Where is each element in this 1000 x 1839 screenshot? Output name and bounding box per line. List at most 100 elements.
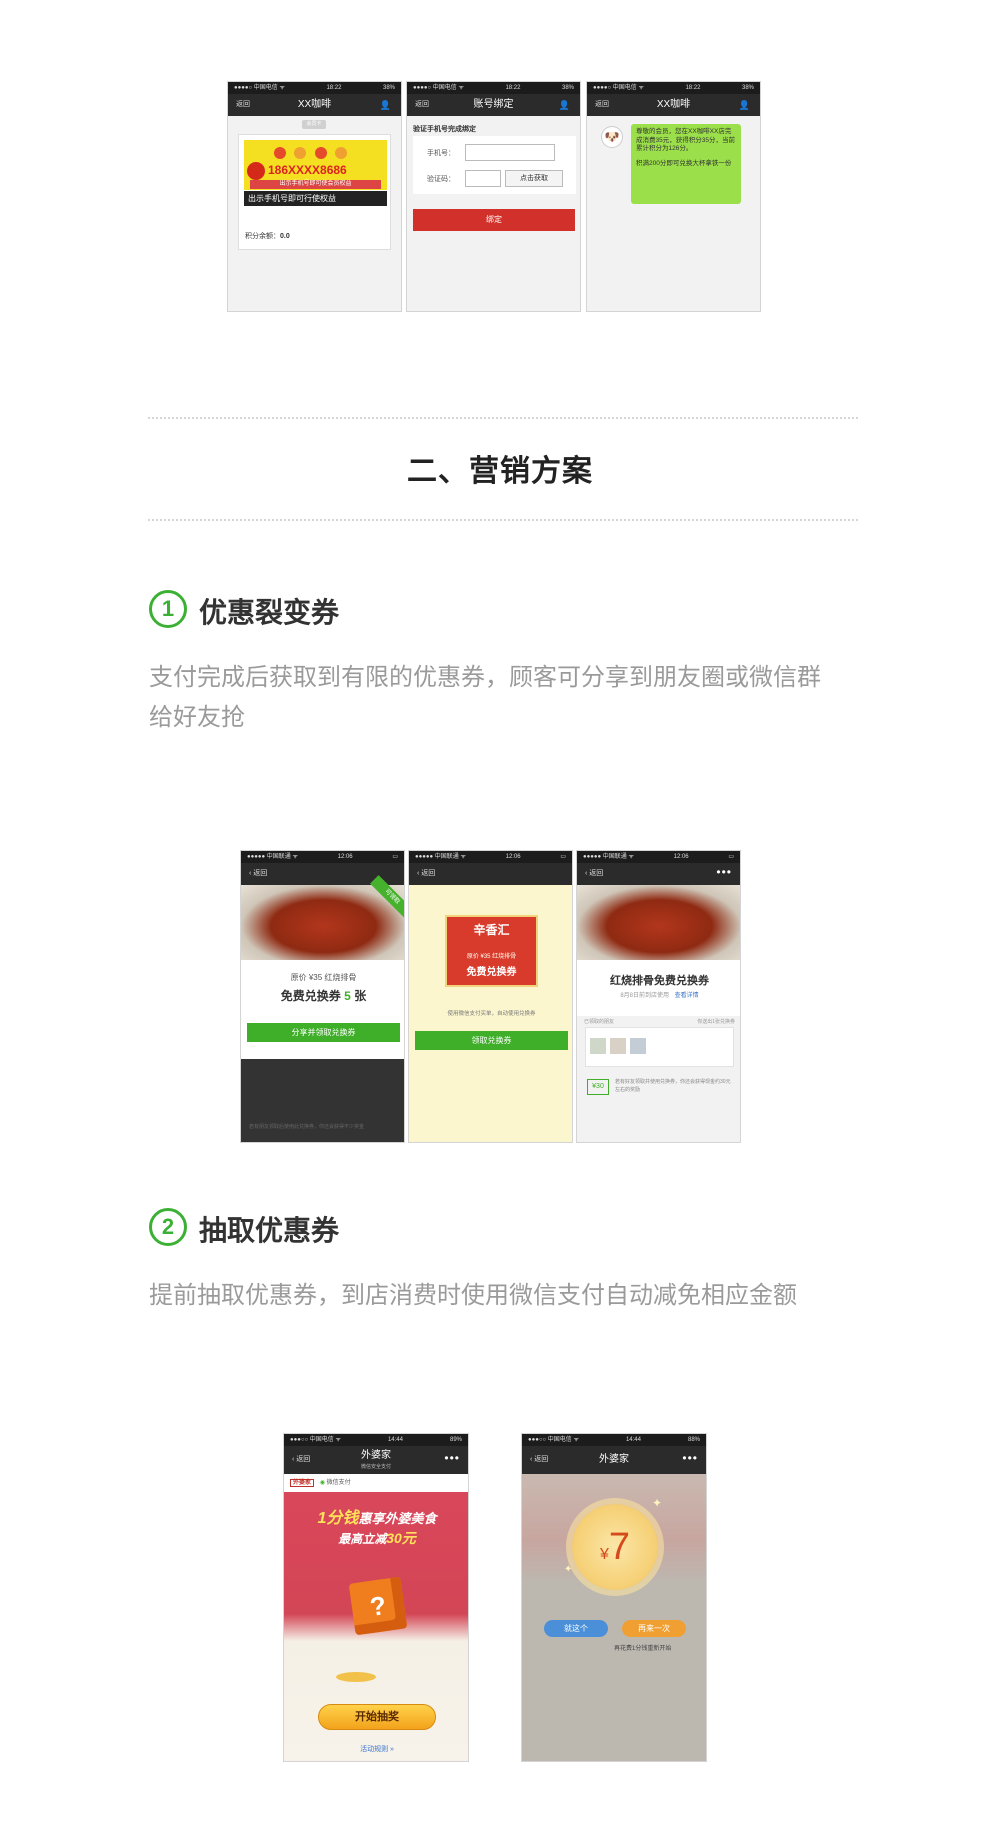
nav-bar: ‹ 返回 [409, 863, 572, 885]
fission-coupon-share-phone: ●●●●● 中国联通 ᯤ 12:06 ▭ ‹ 返回 可领取 原价 ¥35 红烧排… [240, 850, 405, 1143]
carrier-label: ●●●●● 中国联通 ᯤ [247, 854, 298, 860]
code-input[interactable] [465, 170, 501, 187]
nav-subtitle: 微信安全支付 [360, 1464, 391, 1470]
food-photo [577, 885, 740, 960]
item1-number-badge: 1 [149, 590, 187, 628]
chevron-left-icon: ‹ [530, 1456, 533, 1463]
nav-title: XX咖啡 [656, 99, 691, 110]
battery-label: 38% [382, 85, 395, 91]
carrier-label: ●●●●● 中国联通 ᯤ [415, 854, 466, 860]
brand-logo: 辛香汇 [473, 923, 510, 937]
get-code-button[interactable]: 点击获取 [505, 170, 563, 187]
back-button[interactable]: ‹ 返回 [417, 863, 435, 885]
footer-note: 若有朋友领取后使用此兑换券，你还会获得不少奖金 [249, 1124, 365, 1130]
subline: 最高立减30元 [284, 1528, 468, 1548]
chevron-left-icon: ‹ [249, 870, 252, 877]
message-text-1: 尊敬的会员，您在XX咖啡XX店完成消费35元，获得积分35分，当前累计积分为12… [636, 128, 735, 152]
person-icon[interactable]: 👤 [380, 94, 391, 116]
rules-label: 活动规则 [360, 1746, 389, 1753]
back-button[interactable]: ‹ 返回 [530, 1446, 548, 1474]
coupon-date: 8月8日前到店使用 [620, 993, 669, 999]
accept-prize-button[interactable]: 就这个 [544, 1620, 608, 1637]
coupon-unit: 张 [354, 989, 367, 1003]
brand-bar: 外婆家 ◉ 微信支付 [284, 1474, 468, 1492]
headline-big: 1分钱 [317, 1510, 359, 1527]
friend-avatar [590, 1038, 606, 1054]
nav-title: 账号绑定 [473, 99, 514, 110]
nav-title: 外婆家 [361, 1450, 391, 1461]
phone-input[interactable] [465, 144, 555, 161]
subline-amount: 30元 [386, 1530, 416, 1546]
time-label: 14:44 [625, 1437, 641, 1443]
rules-link[interactable]: 活动规则 » [284, 1744, 468, 1754]
points-label: 积分余额： [245, 233, 280, 240]
chevron-left-icon: ‹ [292, 1456, 295, 1463]
back-button[interactable]: 返回 [236, 94, 250, 116]
back-button[interactable]: 返回 [595, 94, 609, 116]
friends-panel: 已领取的朋友 你送出1张兑换券 [584, 1019, 735, 1067]
card-hint: 出示手机号即可行使权益 [244, 191, 387, 206]
battery-label: 38% [741, 85, 754, 91]
wechat-pay-icon: ◉ [319, 1480, 325, 1486]
divider-bottom [148, 519, 858, 521]
fission-coupon-detail-phone: ●●●●● 中国联通 ᯤ 12:06 ▭ ‹ 返回 ••• 红烧排骨免费兑换券 … [576, 850, 741, 1143]
try-again-button[interactable]: 再来一次 [622, 1620, 686, 1637]
friends-right-text: 你送出1张兑换券 [697, 1019, 735, 1025]
card-banner: 186XXXX8686 出示手机号即可使会员权益 [244, 140, 387, 190]
status-bar: ●●●○○ 中国电信 ᯤ 14:44 89% [284, 1434, 468, 1446]
share-get-coupon-button[interactable]: 分享并领取兑换券 [247, 1023, 400, 1042]
binding-heading: 验证手机号完成绑定 [413, 126, 476, 133]
card-tag: 会员卡 [302, 120, 326, 129]
prize-coin: ¥7 [572, 1504, 658, 1590]
start-lottery-button[interactable]: 开始抽奖 [318, 1704, 436, 1730]
bind-button[interactable]: 绑定 [413, 209, 575, 231]
status-bar: ●●●●● 中国联通 ᯤ 12:06 ▭ [409, 851, 572, 863]
nav-bar: 返回 XX咖啡 👤 [587, 94, 760, 116]
original-price-text: 原价 ¥35 红烧排骨 [290, 973, 357, 982]
time-label: 18:22 [326, 85, 342, 91]
member-card-phone: ●●●●○ 中国电信 ᯤ 18:22 38% 返回 XX咖啡 👤 会员卡 186… [227, 81, 402, 312]
get-coupon-button[interactable]: 领取兑换券 [415, 1031, 568, 1050]
back-button[interactable]: ‹ 返回 [249, 863, 267, 885]
back-label: 返回 [589, 870, 604, 877]
points-value: 0.0 [280, 233, 290, 240]
carrier-label: ●●●●○ 中国电信 ᯤ [413, 85, 464, 91]
person-icon[interactable]: 👤 [559, 94, 570, 116]
battery-icon: ▭ [392, 854, 398, 860]
back-button[interactable]: ‹ 返回 [292, 1446, 310, 1474]
lottery-result-phone: ●●●○○ 中国电信 ᯤ 14:44 88% ‹ 返回 外婆家 ••• ¥7 ✦… [521, 1433, 707, 1762]
fission-coupon-get-phone: ●●●●● 中国联通 ᯤ 12:06 ▭ ‹ 返回 辛香汇 原价 ¥35 红烧排… [408, 850, 573, 1143]
currency-symbol: ¥ [599, 1546, 609, 1563]
item2-number-badge: 2 [149, 1208, 187, 1246]
nav-bar: ‹ 返回 外婆家 ••• [522, 1446, 706, 1474]
reward-text: 若有好友领取并使用兑换券，你还会获得现金约30元左右的奖励 [615, 1079, 731, 1093]
more-icon[interactable]: ••• [716, 861, 732, 883]
double-chevron-right-icon: » [388, 1746, 394, 1753]
time-label: 14:44 [387, 1437, 403, 1443]
card-badge-icon [247, 162, 265, 180]
more-icon[interactable]: ••• [682, 1444, 698, 1472]
reward-badge: ¥30 [587, 1079, 609, 1095]
nav-title: XX咖啡 [297, 99, 332, 110]
friend-avatar [630, 1038, 646, 1054]
view-detail-link[interactable]: 查看详情 [675, 993, 699, 999]
sparkle-icon: ✦ [564, 1564, 573, 1575]
message-text-2: 积满200分即可兑换大杯拿铁一份 [636, 159, 732, 167]
back-button[interactable]: 返回 [415, 94, 429, 116]
person-icon[interactable]: 👤 [739, 94, 750, 116]
chevron-left-icon: ‹ [585, 870, 588, 877]
carrier-label: ●●●●○ 中国电信 ᯤ [234, 85, 285, 91]
item2-description: 提前抽取优惠券，到店消费时使用微信支付自动减免相应金额 [149, 1282, 797, 1309]
time-label: 12:06 [673, 854, 689, 860]
back-button[interactable]: ‹ 返回 [585, 863, 603, 885]
coupon-price-text: 原价 ¥35 红烧排骨 [466, 954, 517, 960]
card-hint-small: 出示手机号即可使会员权益 [250, 180, 381, 189]
nav-title: 外婆家 [599, 1454, 629, 1465]
item2-title: 抽取优惠券 [199, 1215, 340, 1246]
more-icon[interactable]: ••• [444, 1444, 460, 1472]
pay-label: 微信支付 [326, 1480, 351, 1486]
free-coupon-count: 免费兑换券 5 张 [241, 987, 404, 1004]
try-again-hint: 再花费1分钱重新开始 [614, 1646, 672, 1652]
section-title: 二、营销方案 [407, 455, 593, 488]
headline-rest: 惠享外婆美食 [358, 1511, 437, 1526]
